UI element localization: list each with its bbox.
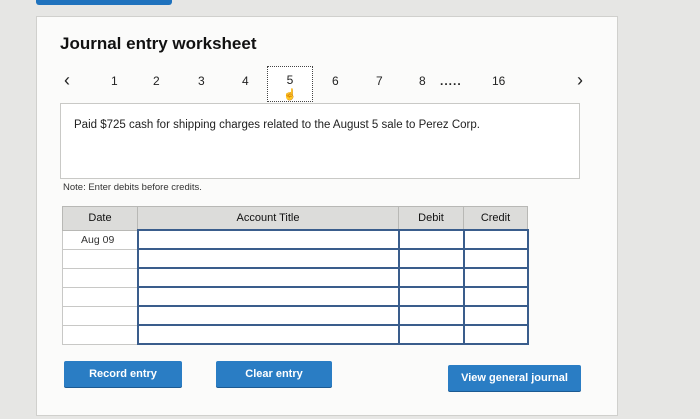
debit-input[interactable]: [397, 286, 465, 307]
table-row: [62, 286, 529, 307]
date-cell[interactable]: Aug 09: [62, 229, 138, 250]
date-cell[interactable]: [62, 324, 138, 345]
table-row: [62, 267, 529, 288]
hand-pointer-icon: ☝: [283, 89, 297, 101]
record-entry-button[interactable]: Record entry: [64, 361, 182, 387]
date-cell[interactable]: [62, 267, 138, 288]
column-header-credit: Credit: [463, 206, 528, 231]
date-cell[interactable]: [62, 305, 138, 326]
table-header-row: Date Account Title Debit Credit: [62, 206, 528, 231]
table-row: [62, 248, 529, 269]
account-title-input[interactable]: [136, 229, 400, 250]
credit-input[interactable]: [462, 324, 529, 345]
chevron-left-icon[interactable]: ‹: [64, 70, 70, 91]
page-2[interactable]: 2: [153, 74, 160, 88]
debit-input[interactable]: [397, 305, 465, 326]
column-header-date: Date: [62, 206, 138, 231]
page-navigator: ‹ 1 2 3 4 5 ☝ 6 7 8 ..... 16 ›: [60, 66, 600, 106]
page-16[interactable]: 16: [492, 74, 505, 88]
page-5-label: 5: [286, 73, 294, 87]
debit-input[interactable]: [397, 267, 465, 288]
page-7[interactable]: 7: [376, 74, 383, 88]
transaction-description: Paid $725 cash for shipping charges rela…: [74, 119, 480, 131]
top-accent-bar: [36, 0, 172, 5]
column-header-debit: Debit: [398, 206, 464, 231]
account-title-input[interactable]: [136, 324, 400, 345]
date-cell[interactable]: [62, 248, 138, 269]
credit-input[interactable]: [462, 267, 529, 288]
account-title-input[interactable]: [136, 267, 400, 288]
credit-input[interactable]: [462, 229, 529, 250]
debit-input[interactable]: [397, 248, 465, 269]
table-row: [62, 305, 529, 326]
credit-input[interactable]: [462, 286, 529, 307]
instruction-note: Note: Enter debits before credits.: [63, 182, 202, 193]
debit-input[interactable]: [397, 229, 465, 250]
account-title-input[interactable]: [136, 305, 400, 326]
debit-input[interactable]: [397, 324, 465, 345]
page-4[interactable]: 4: [242, 74, 249, 88]
page-1[interactable]: 1: [111, 74, 118, 88]
page-6[interactable]: 6: [332, 74, 339, 88]
page-5-current[interactable]: 5 ☝: [267, 66, 313, 102]
table-row: Aug 09: [62, 229, 529, 250]
view-general-journal-button[interactable]: View general journal: [448, 365, 581, 391]
chevron-right-icon[interactable]: ›: [577, 70, 583, 91]
page-8[interactable]: 8: [419, 74, 426, 88]
table-row: [62, 324, 529, 345]
column-header-account-title: Account Title: [137, 206, 399, 231]
page-3[interactable]: 3: [198, 74, 205, 88]
pager-ellipsis: .....: [440, 74, 462, 88]
account-title-input[interactable]: [136, 248, 400, 269]
transaction-description-box: Paid $725 cash for shipping charges rela…: [60, 103, 580, 179]
journal-entry-table: Date Account Title Debit Credit Aug 09: [62, 206, 529, 345]
credit-input[interactable]: [462, 248, 529, 269]
page-title: Journal entry worksheet: [60, 34, 257, 53]
account-title-input[interactable]: [136, 286, 400, 307]
clear-entry-button[interactable]: Clear entry: [216, 361, 332, 387]
credit-input[interactable]: [462, 305, 529, 326]
date-cell[interactable]: [62, 286, 138, 307]
